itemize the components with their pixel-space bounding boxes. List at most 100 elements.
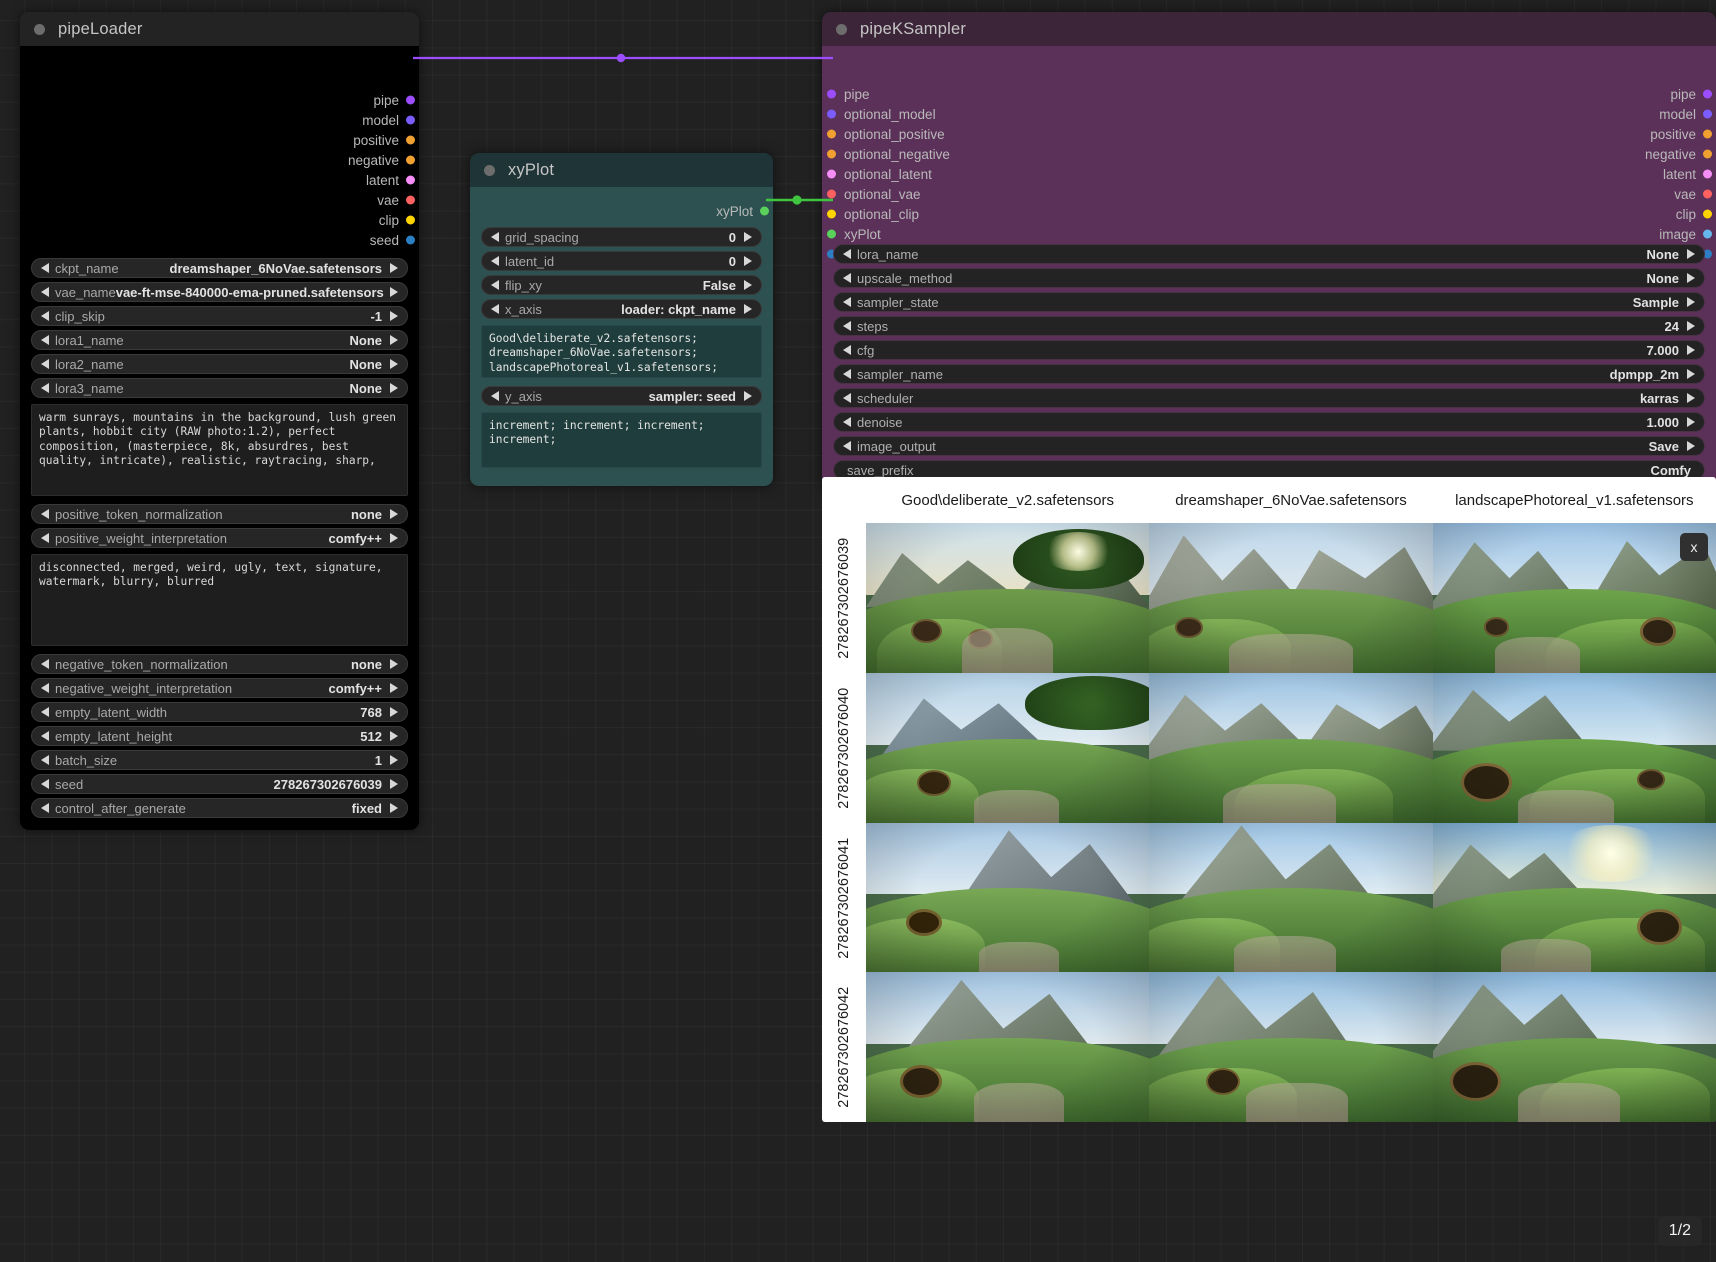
widget-y-axis[interactable]: y_axis sampler: seed — [481, 386, 762, 406]
slot-dot-icon[interactable] — [827, 190, 836, 199]
input-slot-xyplot[interactable]: xyPlot — [822, 224, 1122, 244]
node-xyplot[interactable]: xyPlot xyPlot grid_spacing 0 latent_id 0 — [470, 153, 773, 486]
slot-dot-icon[interactable] — [760, 207, 769, 216]
chevron-left-icon[interactable] — [41, 779, 49, 789]
output-slot-pipe[interactable]: pipe — [1416, 84, 1716, 104]
chevron-left-icon[interactable] — [41, 707, 49, 717]
widget-lora-name[interactable]: lora_name None — [833, 244, 1705, 264]
chevron-left-icon[interactable] — [843, 393, 851, 403]
widget-lora2-name[interactable]: lora2_name None — [31, 354, 408, 374]
slot-dot-icon[interactable] — [406, 196, 415, 205]
slot-dot-icon[interactable] — [827, 130, 836, 139]
chevron-left-icon[interactable] — [491, 304, 499, 314]
slot-dot-icon[interactable] — [406, 96, 415, 105]
node-pipeksampler[interactable]: pipeKSampler pipe optional_model optiona… — [822, 12, 1716, 490]
result-image[interactable] — [866, 823, 1149, 973]
output-slot-clip[interactable]: clip — [1416, 204, 1716, 224]
chevron-left-icon[interactable] — [491, 280, 499, 290]
graph-canvas[interactable]: pipeLoader pipe model positive negative — [0, 0, 1716, 1262]
widget-steps[interactable]: steps 24 — [833, 316, 1705, 336]
positive-prompt-textarea[interactable]: warm sunrays, mountains in the backgroun… — [31, 404, 408, 496]
collapse-dot-icon[interactable] — [484, 165, 495, 176]
slot-dot-icon[interactable] — [1703, 90, 1712, 99]
result-image[interactable] — [866, 972, 1149, 1122]
widget-lora1-name[interactable]: lora1_name None — [31, 330, 408, 350]
negative-prompt-textarea[interactable]: disconnected, merged, weird, ugly, text,… — [31, 554, 408, 646]
slot-dot-icon[interactable] — [406, 176, 415, 185]
slot-dot-icon[interactable] — [406, 216, 415, 225]
chevron-right-icon[interactable] — [1687, 369, 1695, 379]
chevron-left-icon[interactable] — [41, 335, 49, 345]
slot-dot-icon[interactable] — [827, 210, 836, 219]
chevron-right-icon[interactable] — [744, 232, 752, 242]
slot-dot-icon[interactable] — [827, 90, 836, 99]
widget-grid-spacing[interactable]: grid_spacing 0 — [481, 227, 762, 247]
chevron-right-icon[interactable] — [390, 335, 398, 345]
node-pipeloader[interactable]: pipeLoader pipe model positive negative — [20, 12, 419, 830]
chevron-right-icon[interactable] — [390, 755, 398, 765]
chevron-right-icon[interactable] — [390, 263, 398, 273]
output-slot-positive[interactable]: positive — [1416, 124, 1716, 144]
chevron-right-icon[interactable] — [390, 683, 398, 693]
output-slot-negative[interactable]: negative — [20, 150, 419, 170]
chevron-left-icon[interactable] — [491, 256, 499, 266]
y-axis-values-textarea[interactable]: increment; increment; increment; increme… — [481, 412, 762, 468]
widget-lora3-name[interactable]: lora3_name None — [31, 378, 408, 398]
chevron-right-icon[interactable] — [390, 533, 398, 543]
chevron-left-icon[interactable] — [41, 755, 49, 765]
chevron-left-icon[interactable] — [491, 391, 499, 401]
chevron-right-icon[interactable] — [1687, 321, 1695, 331]
output-slot-model[interactable]: model — [20, 110, 419, 130]
chevron-left-icon[interactable] — [843, 369, 851, 379]
widget-seed[interactable]: seed 278267302676039 — [31, 774, 408, 794]
output-slot-negative[interactable]: negative — [1416, 144, 1716, 164]
result-image[interactable] — [1149, 823, 1432, 973]
chevron-right-icon[interactable] — [1687, 393, 1695, 403]
widget-x-axis[interactable]: x_axis loader: ckpt_name — [481, 299, 762, 319]
input-slot-optional-vae[interactable]: optional_vae — [822, 184, 1122, 204]
chevron-left-icon[interactable] — [843, 297, 851, 307]
output-slot-clip[interactable]: clip — [20, 210, 419, 230]
chevron-left-icon[interactable] — [41, 803, 49, 813]
result-image[interactable] — [1433, 972, 1716, 1122]
slot-dot-icon[interactable] — [406, 136, 415, 145]
chevron-right-icon[interactable] — [744, 304, 752, 314]
chevron-right-icon[interactable] — [390, 359, 398, 369]
chevron-left-icon[interactable] — [41, 287, 49, 297]
widget-ckpt-name[interactable]: ckpt_name dreamshaper_6NoVae.safetensors — [31, 258, 408, 278]
input-slot-optional-latent[interactable]: optional_latent — [822, 164, 1122, 184]
slot-dot-icon[interactable] — [406, 156, 415, 165]
output-slot-positive[interactable]: positive — [20, 130, 419, 150]
chevron-right-icon[interactable] — [1687, 441, 1695, 451]
slot-dot-icon[interactable] — [1703, 190, 1712, 199]
result-image[interactable] — [1433, 523, 1716, 673]
result-image[interactable] — [866, 673, 1149, 823]
widget-positive-weight-interpretation[interactable]: positive_weight_interpretation comfy++ — [31, 528, 408, 548]
widget-upscale-method[interactable]: upscale_method None — [833, 268, 1705, 288]
chevron-left-icon[interactable] — [41, 311, 49, 321]
widget-image-output[interactable]: image_output Save — [833, 436, 1705, 456]
widget-scheduler[interactable]: scheduler karras — [833, 388, 1705, 408]
slot-dot-icon[interactable] — [827, 150, 836, 159]
input-slot-pipe[interactable]: pipe — [822, 84, 1122, 104]
slot-dot-icon[interactable] — [406, 236, 415, 245]
chevron-left-icon[interactable] — [843, 345, 851, 355]
chevron-right-icon[interactable] — [390, 287, 398, 297]
slot-dot-icon[interactable] — [827, 110, 836, 119]
input-slot-optional-positive[interactable]: optional_positive — [822, 124, 1122, 144]
chevron-right-icon[interactable] — [1687, 273, 1695, 283]
widget-flip-xy[interactable]: flip_xy False — [481, 275, 762, 295]
chevron-right-icon[interactable] — [744, 280, 752, 290]
chevron-right-icon[interactable] — [390, 731, 398, 741]
slot-dot-icon[interactable] — [1703, 170, 1712, 179]
widget-clip-skip[interactable]: clip_skip -1 — [31, 306, 408, 326]
slot-dot-icon[interactable] — [1703, 230, 1712, 239]
widget-control-after-generate[interactable]: control_after_generate fixed — [31, 798, 408, 818]
slot-dot-icon[interactable] — [406, 116, 415, 125]
output-slot-seed[interactable]: seed — [20, 230, 419, 250]
widget-negative-weight-interpretation[interactable]: negative_weight_interpretation comfy++ — [31, 678, 408, 698]
widget-empty-latent-width[interactable]: empty_latent_width 768 — [31, 702, 408, 722]
chevron-left-icon[interactable] — [843, 249, 851, 259]
chevron-left-icon[interactable] — [843, 441, 851, 451]
input-slot-optional-clip[interactable]: optional_clip — [822, 204, 1122, 224]
